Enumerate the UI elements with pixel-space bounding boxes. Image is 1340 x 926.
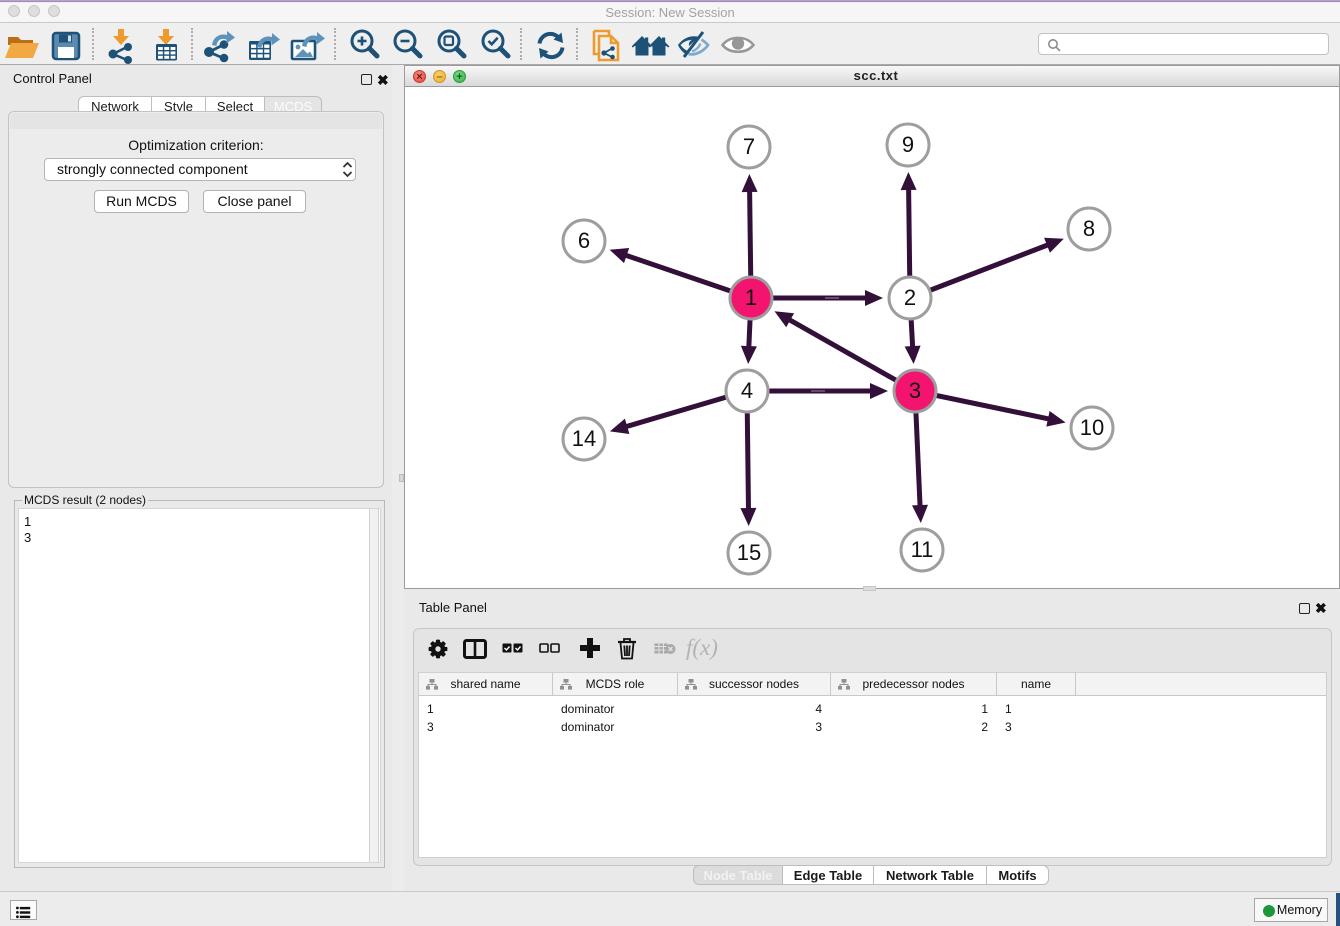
svg-text:2: 2 (904, 285, 916, 310)
svg-text:15: 15 (737, 540, 761, 565)
svg-text:4: 4 (741, 378, 753, 403)
svg-text:1: 1 (745, 285, 757, 310)
svg-text:3: 3 (909, 378, 921, 403)
svg-text:10: 10 (1080, 415, 1104, 440)
svg-text:14: 14 (572, 426, 596, 451)
svg-text:7: 7 (743, 134, 755, 159)
svg-text:11: 11 (911, 537, 934, 562)
svg-text:9: 9 (902, 132, 914, 157)
svg-text:6: 6 (578, 228, 590, 253)
svg-text:8: 8 (1083, 216, 1095, 241)
